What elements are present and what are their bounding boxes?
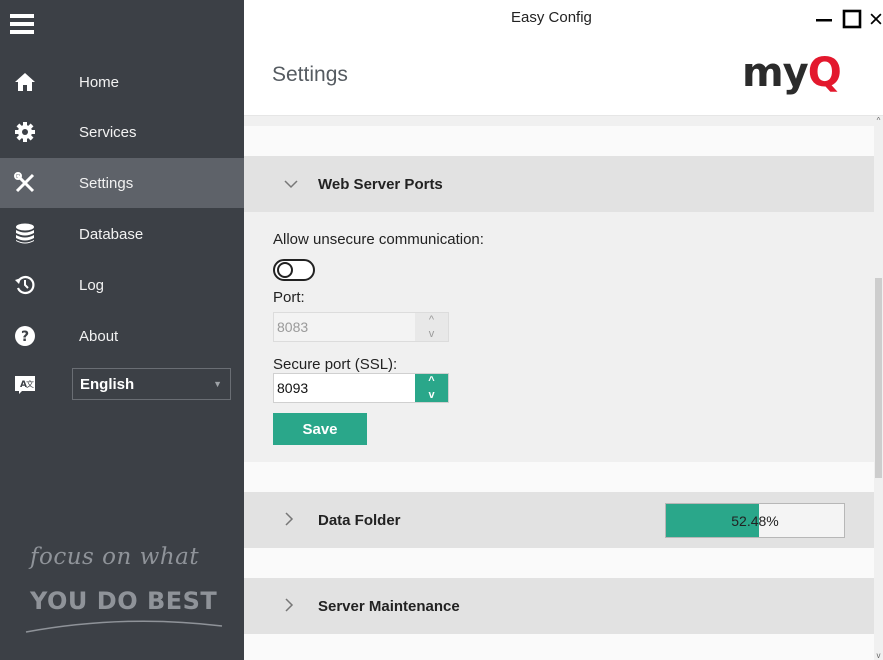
settings-content: Web Server Ports Allow unsecure communic… bbox=[244, 116, 874, 660]
secure-port-decrement-button[interactable]: v bbox=[415, 388, 448, 402]
secure-port-value: 8093 bbox=[277, 380, 309, 396]
sidebar-item-log[interactable]: Log bbox=[0, 260, 244, 310]
window-title: Easy Config bbox=[511, 9, 592, 26]
vertical-scrollbar[interactable]: ^ v bbox=[874, 116, 883, 660]
secure-port-increment-button[interactable]: ^ bbox=[415, 374, 448, 388]
question-icon: ? bbox=[14, 325, 36, 347]
page-title: Settings bbox=[272, 63, 348, 86]
section-spacer bbox=[244, 462, 874, 492]
language-select[interactable]: English ▼ bbox=[72, 368, 231, 400]
gear-icon bbox=[14, 121, 36, 143]
home-icon bbox=[14, 71, 36, 93]
maximize-icon bbox=[842, 9, 862, 29]
sidebar-item-label: Settings bbox=[79, 174, 134, 192]
section-header-server-maintenance[interactable]: Server Maintenance bbox=[244, 578, 874, 634]
close-button[interactable] bbox=[869, 6, 883, 32]
section-title: Data Folder bbox=[318, 511, 401, 529]
database-icon bbox=[14, 223, 36, 245]
sidebar-item-settings[interactable]: Settings bbox=[0, 158, 244, 208]
section-title: Server Maintenance bbox=[318, 597, 460, 615]
chevron-down-icon: ▼ bbox=[213, 379, 222, 389]
save-button[interactable]: Save bbox=[273, 413, 367, 445]
sidebar-item-services[interactable]: Services bbox=[0, 107, 244, 157]
scroll-thumb[interactable] bbox=[875, 278, 882, 478]
tagline-line2: YOU DO BEST bbox=[30, 587, 218, 615]
sidebar-item-label: About bbox=[79, 327, 119, 345]
port-decrement-button[interactable]: v bbox=[415, 327, 448, 341]
translate-icon: A文 bbox=[14, 374, 36, 396]
section-spacer bbox=[244, 548, 874, 578]
chevron-down-icon bbox=[284, 176, 298, 192]
sidebar-item-label: Log bbox=[79, 276, 105, 294]
secure-port-input[interactable]: 8093 ^ v bbox=[273, 373, 449, 403]
minimize-icon bbox=[816, 19, 832, 22]
section-spacer bbox=[244, 126, 874, 156]
allow-unsecure-toggle[interactable] bbox=[273, 259, 315, 281]
sidebar-item-label: Services bbox=[79, 123, 137, 141]
toggle-knob bbox=[277, 262, 293, 278]
sidebar-item-label: Home bbox=[79, 73, 120, 91]
sidebar-item-about[interactable]: ? About bbox=[0, 311, 244, 361]
minimize-button[interactable] bbox=[813, 6, 835, 32]
language-select-value: English bbox=[80, 375, 135, 393]
port-increment-button[interactable]: ^ bbox=[415, 313, 448, 327]
scroll-down-icon[interactable]: v bbox=[874, 651, 883, 660]
sidebar-item-label: Database bbox=[79, 225, 144, 243]
history-icon bbox=[14, 274, 36, 296]
secure-port-label: Secure port (SSL): bbox=[273, 356, 398, 373]
allow-unsecure-label: Allow unsecure communication: bbox=[273, 231, 484, 248]
port-label: Port: bbox=[273, 289, 305, 306]
data-folder-progress-bar: 52.48% bbox=[665, 503, 845, 538]
tagline-line1: focus on what bbox=[30, 544, 200, 570]
port-value: 8083 bbox=[277, 319, 309, 335]
sidebar: Home Services Settings Database Log ? Ab… bbox=[0, 0, 244, 660]
myq-logo: myQ bbox=[742, 50, 842, 96]
progress-text: 52.48% bbox=[731, 512, 779, 529]
hamburger-menu-icon[interactable] bbox=[10, 14, 34, 34]
tagline-swoosh bbox=[25, 620, 223, 633]
svg-text:?: ? bbox=[21, 329, 29, 345]
section-header-web-server-ports[interactable]: Web Server Ports bbox=[244, 156, 874, 212]
port-stepper[interactable]: ^ v bbox=[415, 313, 448, 341]
port-input[interactable]: 8083 ^ v bbox=[273, 312, 449, 342]
section-title: Web Server Ports bbox=[318, 175, 443, 193]
chevron-right-icon bbox=[284, 597, 294, 615]
section-spacer bbox=[244, 634, 874, 660]
close-icon bbox=[870, 13, 882, 25]
svg-text:文: 文 bbox=[26, 379, 34, 389]
chevron-right-icon bbox=[284, 511, 294, 529]
wrench-screwdriver-icon bbox=[14, 172, 36, 194]
sidebar-item-home[interactable]: Home bbox=[0, 57, 244, 107]
title-bar: Easy Config bbox=[244, 0, 883, 38]
page-header: Settings myQ bbox=[244, 38, 883, 116]
maximize-button[interactable] bbox=[840, 6, 864, 32]
scroll-up-icon[interactable]: ^ bbox=[874, 116, 883, 125]
secure-port-stepper[interactable]: ^ v bbox=[415, 374, 448, 402]
sidebar-item-database[interactable]: Database bbox=[0, 209, 244, 259]
